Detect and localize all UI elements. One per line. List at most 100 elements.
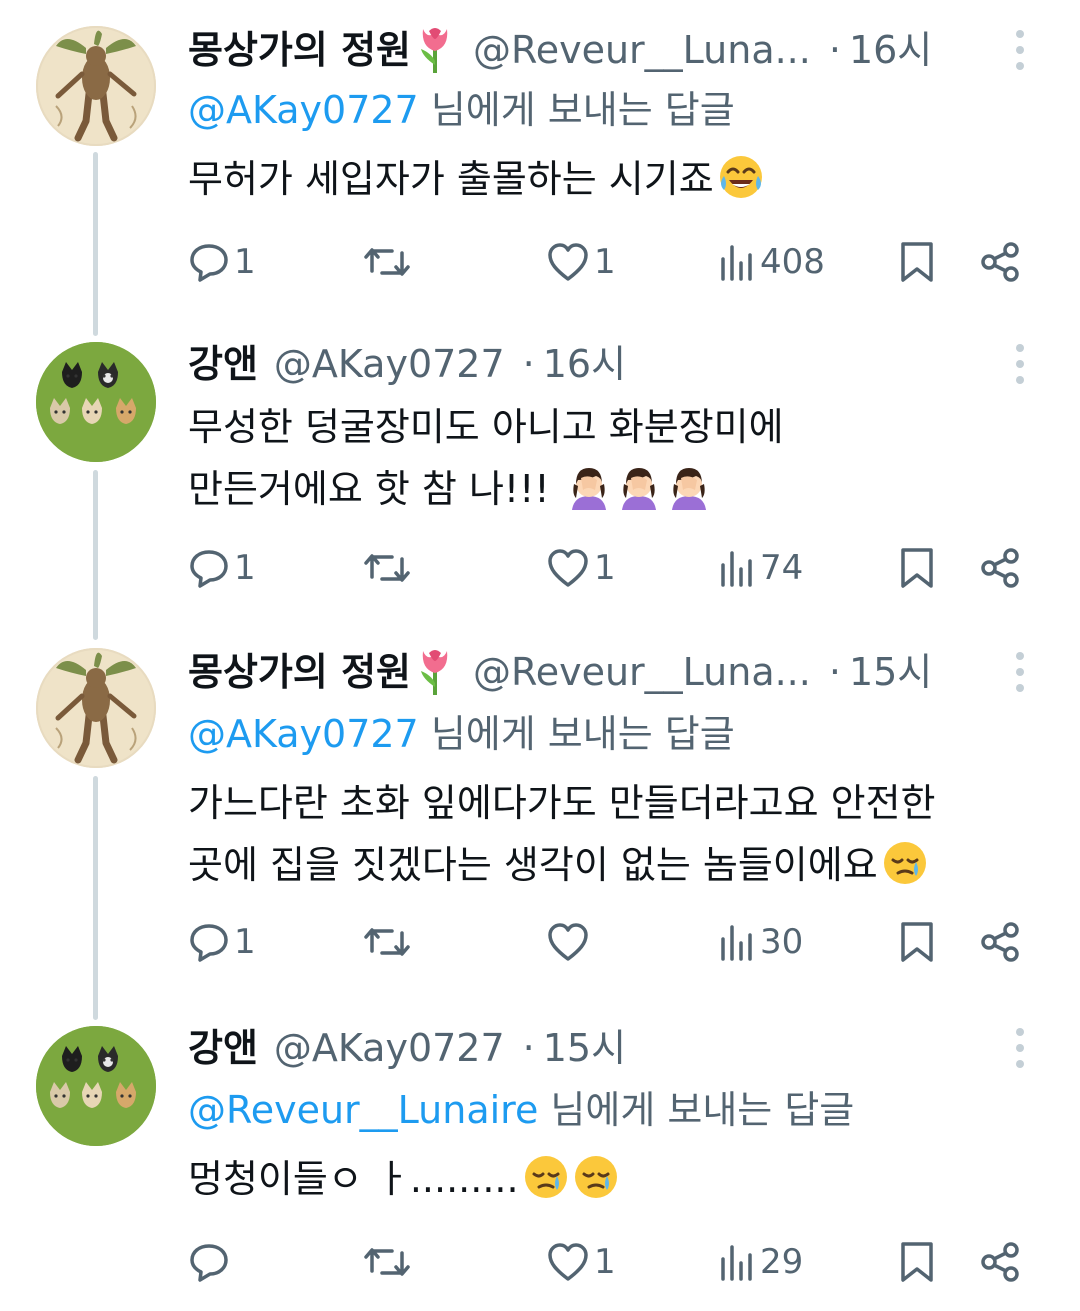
heart-icon xyxy=(548,1243,588,1281)
timestamp[interactable]: 15시 xyxy=(849,642,932,702)
bookmark-icon xyxy=(901,922,933,962)
tweet-text: 가느다란 초화 잎에다가도 만들더라고요 안전한 곳에 집을 짓겠다는 생각이 … xyxy=(188,772,1038,896)
reply-count: 1 xyxy=(234,242,256,282)
face-holding-back-tears-icon xyxy=(524,1156,567,1198)
tweet-text-line: 무성한 덩굴장미도 아니고 화분장미에 xyxy=(188,405,784,449)
views-button[interactable]: 74 xyxy=(718,540,803,596)
reply-button[interactable]: 1 xyxy=(188,234,256,290)
tweet-text: 무성한 덩굴장미도 아니고 화분장미에 만든거에요 핫 참 나!!! xyxy=(188,396,1038,520)
tweet-actions: 1 30 xyxy=(0,914,1080,970)
avatar[interactable] xyxy=(36,648,156,768)
reply-icon xyxy=(190,244,228,282)
retweet-button[interactable] xyxy=(362,1234,416,1290)
more-options-icon[interactable] xyxy=(1006,344,1034,384)
retweet-button[interactable] xyxy=(362,234,416,290)
reply-mention-link[interactable]: @Reveur__Lunaire xyxy=(188,1088,538,1132)
avatar[interactable] xyxy=(36,26,156,146)
retweet-icon xyxy=(364,928,410,956)
display-name[interactable]: 강앤 xyxy=(188,1018,258,1078)
share-button[interactable] xyxy=(978,1234,1022,1290)
display-name[interactable]: 몽상가의 정원 xyxy=(188,642,411,702)
like-button[interactable]: 1 xyxy=(546,234,616,290)
view-count: 29 xyxy=(760,1242,804,1282)
more-options-icon[interactable] xyxy=(1006,30,1034,70)
heart-icon xyxy=(548,923,588,961)
retweet-icon xyxy=(364,1248,410,1276)
tweet-text: 멍청이들ㅇ ㅏ......... xyxy=(188,1148,1038,1210)
reply-count: 1 xyxy=(234,922,256,962)
like-button[interactable]: 1 xyxy=(546,1234,616,1290)
more-options-icon[interactable] xyxy=(1006,652,1034,692)
reply-button[interactable]: 1 xyxy=(188,914,256,970)
share-icon xyxy=(981,1242,1019,1282)
timestamp[interactable]: 16시 xyxy=(849,20,932,80)
tweet[interactable]: 강앤 @AKay0727 · 15시 @Reveur__Lunaire 님에게 … xyxy=(0,1018,1080,1308)
more-options-icon[interactable] xyxy=(1006,1028,1034,1068)
face-holding-back-tears-icon xyxy=(883,842,926,884)
like-button[interactable] xyxy=(546,914,594,970)
heart-icon xyxy=(548,243,588,281)
reply-icon xyxy=(190,924,228,962)
bookmark-button[interactable] xyxy=(898,234,936,290)
share-button[interactable] xyxy=(978,234,1022,290)
tweet-header: 강앤 @AKay0727 · 16시 xyxy=(188,334,626,394)
bookmark-button[interactable] xyxy=(898,914,936,970)
handle[interactable]: @Reveur__Luna... xyxy=(473,20,811,80)
tweet-text: 무허가 세입자가 출몰하는 시기죠 xyxy=(188,148,1038,210)
handle[interactable]: @AKay0727 xyxy=(274,1018,505,1078)
views-button[interactable]: 30 xyxy=(718,914,803,970)
reply-count: 1 xyxy=(234,548,256,588)
reply-icon xyxy=(190,1244,228,1282)
reply-button[interactable]: 1 xyxy=(188,540,256,596)
timestamp[interactable]: 16시 xyxy=(543,334,626,394)
bookmark-button[interactable] xyxy=(898,1234,936,1290)
replying-to: @Reveur__Lunaire 님에게 보내는 답글 xyxy=(188,1080,854,1140)
tweet-actions: 1 1 74 xyxy=(0,540,1080,596)
tulip-icon xyxy=(415,647,455,697)
handle[interactable]: @Reveur__Luna... xyxy=(473,642,811,702)
retweet-button[interactable] xyxy=(362,540,416,596)
face-holding-back-tears-icon xyxy=(574,1156,617,1198)
views-button[interactable]: 408 xyxy=(718,234,825,290)
view-count: 30 xyxy=(760,922,804,962)
timestamp[interactable]: 15시 xyxy=(543,1018,626,1078)
view-count: 408 xyxy=(760,242,825,282)
reply-to-label: 님에게 보내는 답글 xyxy=(418,712,735,756)
tweet[interactable]: 몽상가의 정원 @Reveur__Luna... · 15시 @AKay0727… xyxy=(0,642,1080,992)
views-button[interactable]: 29 xyxy=(718,1234,803,1290)
views-icon xyxy=(721,551,752,587)
retweet-button[interactable] xyxy=(362,914,416,970)
avatar[interactable] xyxy=(36,1026,156,1146)
reply-button[interactable] xyxy=(188,1234,234,1290)
reply-icon xyxy=(190,550,228,588)
reply-mention-link[interactable]: @AKay0727 xyxy=(188,712,419,756)
like-count: 1 xyxy=(594,548,616,588)
avatar[interactable] xyxy=(36,342,156,462)
share-button[interactable] xyxy=(978,914,1022,970)
display-name[interactable]: 몽상가의 정원 xyxy=(188,20,411,80)
share-icon xyxy=(981,242,1019,282)
tweet-text-line: 곳에 집을 짓겠다는 생각이 없는 놈들이에요 xyxy=(188,843,878,887)
bookmark-button[interactable] xyxy=(898,540,936,596)
replying-to: @AKay0727 님에게 보내는 답글 xyxy=(188,80,735,140)
tweet-actions: 1 29 xyxy=(0,1234,1080,1290)
heart-icon xyxy=(548,549,588,587)
replying-to: @AKay0727 님에게 보내는 답글 xyxy=(188,704,735,764)
reply-to-label: 님에게 보내는 답글 xyxy=(418,88,735,132)
retweet-icon xyxy=(364,554,410,582)
separator-dot: · xyxy=(828,28,841,72)
like-button[interactable]: 1 xyxy=(546,540,616,596)
reply-mention-link[interactable]: @AKay0727 xyxy=(188,88,419,132)
tulip-icon xyxy=(415,25,455,75)
separator-dot: · xyxy=(522,342,535,386)
view-count: 74 xyxy=(760,548,804,588)
handle[interactable]: @AKay0727 xyxy=(274,334,505,394)
separator-dot: · xyxy=(828,650,841,694)
tweet[interactable]: 몽상가의 정원 @Reveur__Luna... · 16시 @AKay0727… xyxy=(0,20,1080,310)
display-name[interactable]: 강앤 xyxy=(188,334,258,394)
bookmark-icon xyxy=(901,1242,933,1282)
share-button[interactable] xyxy=(978,540,1022,596)
tweet-actions: 1 1 408 xyxy=(0,234,1080,290)
face-with-tears-of-joy-icon xyxy=(719,156,762,198)
tweet[interactable]: 강앤 @AKay0727 · 16시 무성한 덩굴장미도 아니고 화분장미에 만… xyxy=(0,334,1080,624)
